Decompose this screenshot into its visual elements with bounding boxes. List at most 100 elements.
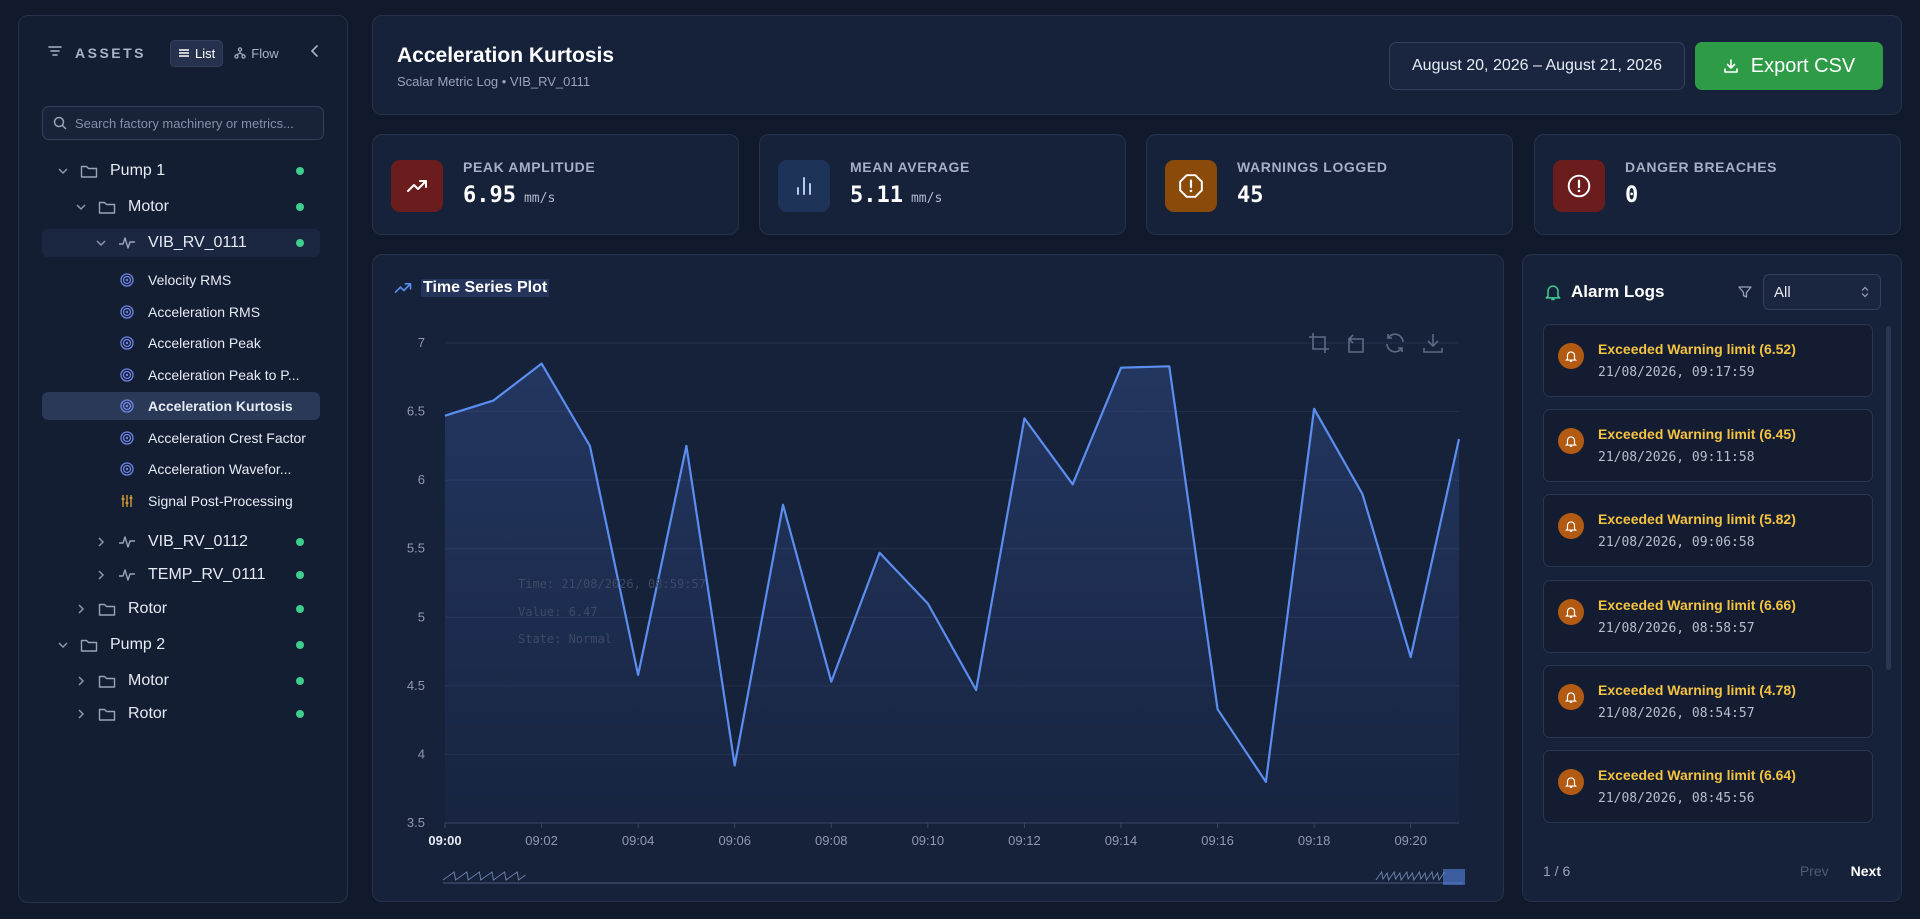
- bell-icon: [1558, 428, 1584, 454]
- metric-acceleration-peak-to-peak[interactable]: Acceleration Peak to P...: [42, 361, 320, 389]
- data-point[interactable]: [540, 362, 544, 366]
- bell-icon: [1558, 769, 1584, 795]
- alarm-title: Exceeded Warning limit (6.66): [1598, 597, 1796, 613]
- chevron-down-icon[interactable]: [74, 201, 88, 213]
- metric-acceleration-rms[interactable]: Acceleration RMS: [42, 298, 320, 326]
- data-point[interactable]: [1071, 482, 1075, 486]
- data-point[interactable]: [1167, 364, 1171, 368]
- search-input[interactable]: [75, 115, 315, 131]
- zoom-slider[interactable]: [442, 869, 1465, 885]
- data-point[interactable]: [443, 414, 447, 418]
- status-dot: [296, 571, 304, 579]
- asset-search[interactable]: [42, 106, 324, 140]
- data-point[interactable]: [926, 602, 930, 606]
- tree-item-rotor[interactable]: Rotor: [42, 595, 320, 623]
- crop-icon[interactable]: [1307, 331, 1331, 355]
- zoom-slider-handle[interactable]: [1443, 869, 1465, 885]
- tree-item-pump-2[interactable]: Pump 2: [42, 631, 320, 659]
- chevron-down-icon[interactable]: [94, 237, 108, 249]
- data-point[interactable]: [781, 503, 785, 507]
- alarm-time: 21/08/2026, 09:06:58: [1598, 535, 1755, 550]
- status-dot: [296, 677, 304, 685]
- data-point[interactable]: [1216, 707, 1220, 711]
- data-point[interactable]: [1409, 655, 1413, 659]
- metric-velocity-rms[interactable]: Velocity RMS: [42, 266, 320, 294]
- metric-label: Acceleration Wavefor...: [148, 461, 292, 477]
- data-point[interactable]: [733, 763, 737, 767]
- target-icon: [120, 273, 134, 287]
- metric-signal-post-processing[interactable]: Signal Post-Processing: [42, 487, 320, 515]
- status-dot: [296, 710, 304, 718]
- data-point[interactable]: [878, 551, 882, 555]
- download-icon[interactable]: [1421, 331, 1445, 355]
- alarm-item[interactable]: Exceeded Warning limit (6.45) 21/08/2026…: [1543, 409, 1873, 482]
- data-point[interactable]: [1022, 416, 1026, 420]
- undo-zoom-icon[interactable]: [1345, 331, 1369, 355]
- data-point[interactable]: [636, 673, 640, 677]
- alarm-title: Exceeded Warning limit (4.78): [1598, 682, 1796, 698]
- tree-item-vib-rv-0112[interactable]: VIB_RV_0112: [42, 528, 320, 556]
- chevron-right-icon[interactable]: [94, 536, 108, 548]
- tree-item-motor[interactable]: Motor: [42, 667, 320, 695]
- metric-acceleration-peak[interactable]: Acceleration Peak: [42, 329, 320, 357]
- chevron-down-icon[interactable]: [56, 165, 70, 177]
- export-csv-button[interactable]: Export CSV: [1695, 42, 1883, 90]
- tree-item-pump-1[interactable]: Pump 1: [42, 157, 320, 185]
- alarm-logs-panel: Alarm Logs All Exceeded Warning limit (6…: [1522, 254, 1902, 902]
- data-point[interactable]: [684, 444, 688, 448]
- chevron-right-icon[interactable]: [74, 708, 88, 720]
- alarm-time: 21/08/2026, 08:54:57: [1598, 706, 1755, 721]
- data-point[interactable]: [1312, 407, 1316, 411]
- sliders-icon: [121, 495, 133, 507]
- x-tick-label: 09:14: [1105, 833, 1138, 848]
- folder-icon: [98, 601, 116, 617]
- alarm-item[interactable]: Exceeded Warning limit (6.64) 21/08/2026…: [1543, 750, 1873, 823]
- tree-item-label: VIB_RV_0112: [148, 533, 248, 550]
- chevron-right-icon[interactable]: [74, 603, 88, 615]
- y-tick-label: 3.5: [407, 815, 425, 830]
- data-point[interactable]: [491, 399, 495, 403]
- chevron-right-icon[interactable]: [94, 569, 108, 581]
- x-tick-label: 09:20: [1394, 833, 1427, 848]
- bell-icon: [1558, 513, 1584, 539]
- alarm-item[interactable]: Exceeded Warning limit (6.66) 21/08/2026…: [1543, 580, 1873, 653]
- export-label: Export CSV: [1750, 54, 1856, 77]
- data-point[interactable]: [1457, 437, 1461, 441]
- tree-item-rotor[interactable]: Rotor: [42, 700, 320, 728]
- x-tick-label: 09:08: [815, 833, 848, 848]
- refresh-icon[interactable]: [1383, 331, 1407, 355]
- flow-view-button[interactable]: Flow: [227, 40, 285, 67]
- next-page-button[interactable]: Next: [1851, 863, 1881, 879]
- data-point[interactable]: [588, 444, 592, 448]
- metric-acceleration-kurtosis[interactable]: Acceleration Kurtosis: [42, 392, 320, 420]
- target-icon: [120, 399, 134, 413]
- chevron-down-icon[interactable]: [56, 639, 70, 651]
- metric-acceleration-waveform[interactable]: Acceleration Wavefor...: [42, 455, 320, 483]
- collapse-sidebar-icon[interactable]: [308, 44, 322, 63]
- prev-page-button[interactable]: Prev: [1800, 863, 1829, 879]
- list-view-button[interactable]: List: [170, 39, 224, 67]
- metric-label: Acceleration Kurtosis: [148, 398, 293, 414]
- y-tick-label: 4.5: [407, 678, 425, 693]
- target-icon: [120, 305, 134, 319]
- alarm-item[interactable]: Exceeded Warning limit (5.82) 21/08/2026…: [1543, 494, 1873, 567]
- tree-item-temp-rv-0111[interactable]: TEMP_RV_0111: [42, 561, 320, 589]
- data-point[interactable]: [829, 680, 833, 684]
- metric-acceleration-crest-factor[interactable]: Acceleration Crest Factor: [42, 424, 320, 452]
- alarm-filter-select[interactable]: All: [1763, 274, 1881, 310]
- alarm-scrollbar[interactable]: [1886, 326, 1891, 670]
- data-point[interactable]: [974, 688, 978, 692]
- metric-label: Acceleration Peak: [148, 335, 261, 351]
- bell-icon: [1558, 343, 1584, 369]
- date-range-picker[interactable]: August 20, 2026 – August 21, 2026: [1389, 42, 1685, 90]
- data-point[interactable]: [1119, 366, 1123, 370]
- data-point[interactable]: [1264, 780, 1268, 784]
- chevron-right-icon[interactable]: [74, 675, 88, 687]
- alarm-item[interactable]: Exceeded Warning limit (6.52) 21/08/2026…: [1543, 324, 1873, 397]
- kpi-value: 5.11 mm/s: [850, 183, 943, 208]
- tree-item-motor[interactable]: Motor: [42, 193, 320, 221]
- data-point[interactable]: [1360, 492, 1364, 496]
- tree-item-vib-rv-0111[interactable]: VIB_RV_0111: [42, 229, 320, 257]
- kpi-value: 0: [1625, 183, 1639, 208]
- alarm-item[interactable]: Exceeded Warning limit (4.78) 21/08/2026…: [1543, 665, 1873, 738]
